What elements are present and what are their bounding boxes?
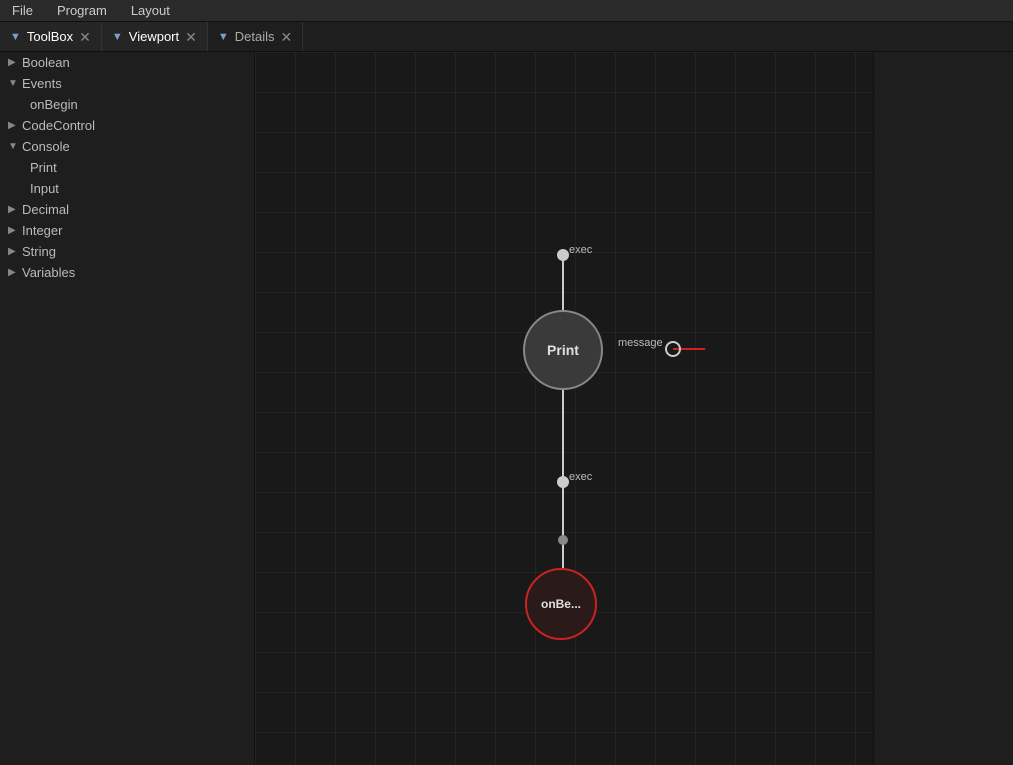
- sidebar-item-string[interactable]: ▶ String: [0, 241, 254, 262]
- arrow-boolean: ▶: [8, 57, 22, 68]
- sidebar-label-input: Input: [30, 181, 246, 196]
- sidebar-label-string: String: [22, 244, 246, 259]
- menu-file[interactable]: File: [0, 1, 45, 20]
- sidebar-label-codeControl: CodeControl: [22, 118, 246, 133]
- node-onbegin-label: onBe...: [541, 597, 581, 611]
- tab-details-label: Details: [235, 29, 275, 44]
- menu-program[interactable]: Program: [45, 1, 119, 20]
- main-layout: ▶ Boolean ▼ Events onBegin ▶ CodeControl…: [0, 52, 1013, 765]
- sidebar-label-print: Print: [30, 160, 246, 175]
- arrow-decimal: ▶: [8, 204, 22, 215]
- toolbox-sidebar: ▶ Boolean ▼ Events onBegin ▶ CodeControl…: [0, 52, 255, 765]
- node-onbegin[interactable]: onBe...: [525, 568, 597, 640]
- tab-toolbox-icon: ▼: [10, 31, 21, 43]
- sidebar-label-onBegin: onBegin: [30, 97, 246, 112]
- sidebar-label-decimal: Decimal: [22, 202, 246, 217]
- viewport-canvas[interactable]: exec Print message exec onBe...: [255, 52, 873, 765]
- arrow-variables: ▶: [8, 267, 22, 278]
- menu-layout[interactable]: Layout: [119, 1, 182, 20]
- arrow-console: ▼: [8, 141, 22, 152]
- menubar: File Program Layout: [0, 0, 1013, 22]
- tabbar: ▼ ToolBox ✕ ▼ Viewport ✕ ▼ Details ✕: [0, 22, 1013, 52]
- tab-viewport[interactable]: ▼ Viewport ✕: [102, 22, 208, 51]
- arrow-string: ▶: [8, 246, 22, 257]
- sidebar-item-codeControl[interactable]: ▶ CodeControl: [0, 115, 254, 136]
- sidebar-label-boolean: Boolean: [22, 55, 246, 70]
- sidebar-item-decimal[interactable]: ▶ Decimal: [0, 199, 254, 220]
- sidebar-item-variables[interactable]: ▶ Variables: [0, 262, 254, 283]
- sidebar-item-boolean[interactable]: ▶ Boolean: [0, 52, 254, 73]
- connections-svg: [255, 52, 873, 765]
- pin-label-exec-bottom: exec: [569, 471, 592, 483]
- tab-toolbox[interactable]: ▼ ToolBox ✕: [0, 22, 102, 51]
- details-panel: [873, 52, 1013, 765]
- arrow-events: ▼: [8, 78, 22, 89]
- tab-toolbox-close[interactable]: ✕: [79, 30, 91, 44]
- node-print-label: Print: [547, 342, 579, 358]
- sidebar-item-console[interactable]: ▼ Console: [0, 136, 254, 157]
- tab-viewport-close[interactable]: ✕: [185, 30, 197, 44]
- tab-details[interactable]: ▼ Details ✕: [208, 22, 303, 51]
- pin-label-message: message: [618, 337, 663, 349]
- sidebar-item-integer[interactable]: ▶ Integer: [0, 220, 254, 241]
- sidebar-item-print[interactable]: Print: [0, 157, 254, 178]
- sidebar-label-console: Console: [22, 139, 246, 154]
- node-print[interactable]: Print: [523, 310, 603, 390]
- pin-label-exec-top: exec: [569, 244, 592, 256]
- sidebar-item-input[interactable]: Input: [0, 178, 254, 199]
- arrow-integer: ▶: [8, 225, 22, 236]
- canvas-area: exec Print message exec onBe...: [255, 52, 873, 765]
- sidebar-label-variables: Variables: [22, 265, 246, 280]
- tab-toolbox-label: ToolBox: [27, 29, 73, 44]
- tab-viewport-icon: ▼: [112, 31, 123, 43]
- sidebar-label-events: Events: [22, 76, 246, 91]
- arrow-codeControl: ▶: [8, 120, 22, 131]
- sidebar-item-events[interactable]: ▼ Events: [0, 73, 254, 94]
- tab-details-icon: ▼: [218, 31, 229, 43]
- sidebar-label-integer: Integer: [22, 223, 246, 238]
- tab-details-close[interactable]: ✕: [280, 30, 292, 44]
- tab-viewport-label: Viewport: [129, 29, 179, 44]
- sidebar-item-onBegin[interactable]: onBegin: [0, 94, 254, 115]
